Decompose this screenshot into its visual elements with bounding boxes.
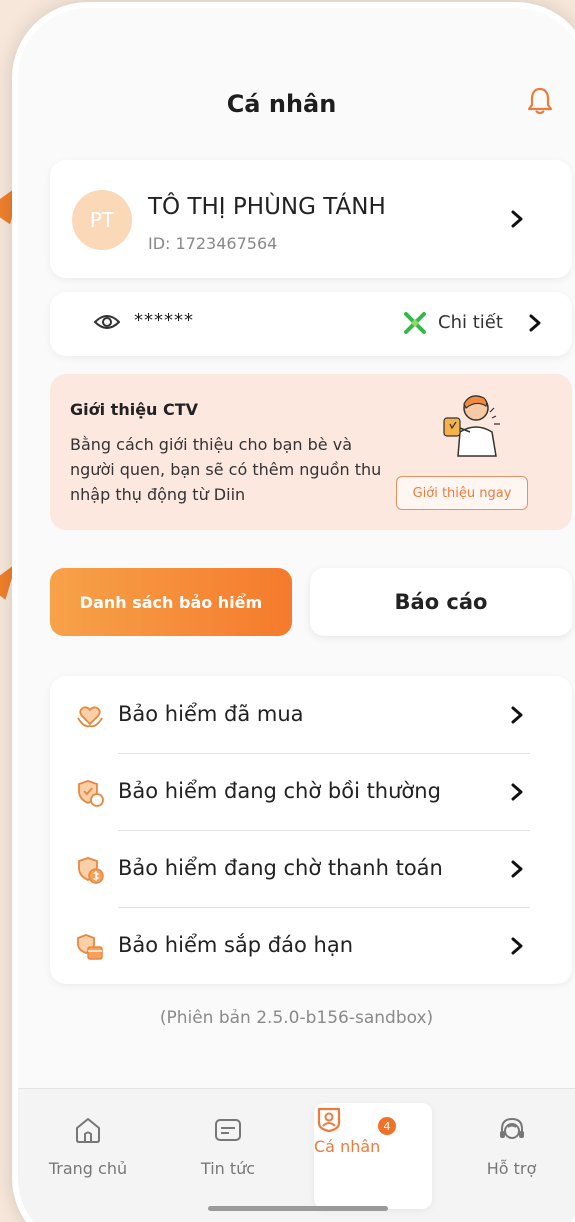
header: Cá nhân <box>18 8 575 158</box>
chevron-right-icon <box>506 781 528 803</box>
home-icon <box>73 1115 103 1145</box>
list-item-expiring[interactable]: Bảo hiểm sắp đáo hạn <box>50 907 572 984</box>
nav-label: Tin tức <box>200 1159 256 1178</box>
nav-label: Trang chủ <box>48 1159 128 1178</box>
refer-now-button[interactable]: Giới thiệu ngay <box>396 476 528 510</box>
nav-item-profile[interactable]: 4 Cá nhân <box>314 1103 432 1209</box>
balance-card: ****** Chi tiết <box>50 292 572 356</box>
bell-icon[interactable] <box>526 86 554 116</box>
nav-label: Hỗ trợ <box>486 1159 537 1178</box>
version-text: (Phiên bản 2.5.0-b156-sandbox) <box>159 1008 434 1028</box>
shield-dollar-icon <box>76 856 104 884</box>
cross-pattern-icon <box>402 310 428 336</box>
profile-name: TÔ THỊ PHÙNG TÁNH <box>148 194 386 220</box>
chevron-right-icon <box>506 858 528 880</box>
eye-icon[interactable] <box>93 312 121 332</box>
list-item-pending-claim[interactable]: Bảo hiểm đang chờ bồi thường <box>50 753 572 830</box>
chevron-right-icon <box>506 704 528 726</box>
nav-label: Cá nhân <box>314 1137 381 1156</box>
profile-id: ID: 1723467564 <box>148 234 278 253</box>
list-item-label: Bảo hiểm đã mua <box>118 702 304 726</box>
referral-description: Bằng cách giới thiệu cho bạn bè và người… <box>70 435 382 504</box>
support-icon <box>497 1115 527 1145</box>
balance-masked-value: ****** <box>134 310 194 331</box>
notification-badge: 4 <box>378 1117 396 1135</box>
phone-frame: Cá nhân PT TÔ THỊ PHÙNG TÁNH ID: 1723467… <box>18 8 575 1222</box>
referral-title: Giới thiệu CTV <box>70 400 199 419</box>
chevron-right-icon[interactable] <box>506 208 528 230</box>
heart-hands-icon <box>76 702 104 730</box>
chevron-right-icon[interactable] <box>524 312 546 334</box>
bottom-nav: Trang chủ Tin tức 4 Cá nhân Hỗ trợ <box>18 1088 575 1222</box>
list-item-purchased[interactable]: Bảo hiểm đã mua <box>50 676 572 753</box>
tab-insurance-list[interactable]: Danh sách bảo hiểm <box>50 568 292 636</box>
profile-card[interactable]: PT TÔ THỊ PHÙNG TÁNH ID: 1723467564 <box>50 160 572 278</box>
list-item-label: Bảo hiểm đang chờ bồi thường <box>118 779 441 803</box>
news-icon <box>213 1115 243 1145</box>
avatar: PT <box>72 190 132 250</box>
tab-report[interactable]: Báo cáo <box>310 568 572 636</box>
page-title: Cá nhân <box>226 90 337 118</box>
list-item-pending-payment[interactable]: Bảo hiểm đang chờ thanh toán <box>50 830 572 907</box>
referral-illustration-icon <box>430 388 510 460</box>
detail-link[interactable]: Chi tiết <box>438 312 503 333</box>
list-item-label: Bảo hiểm sắp đáo hạn <box>118 933 354 957</box>
chevron-right-icon <box>506 935 528 957</box>
nav-item-news[interactable]: Tin tức <box>158 1089 298 1199</box>
referral-banner: Giới thiệu CTV Bằng cách giới thiệu cho … <box>50 374 572 530</box>
nav-item-home[interactable]: Trang chủ <box>18 1089 158 1199</box>
list-item-label: Bảo hiểm đang chờ thanh toán <box>118 856 443 880</box>
nav-item-support[interactable]: Hỗ trợ <box>448 1089 575 1199</box>
insurance-list: Bảo hiểm đã mua Bảo hiểm đang chờ bồi th… <box>50 676 572 984</box>
shield-check-refresh-icon <box>76 779 104 807</box>
calendar-shield-icon <box>76 933 104 961</box>
home-indicator <box>208 1206 388 1211</box>
profile-icon <box>314 1103 432 1137</box>
